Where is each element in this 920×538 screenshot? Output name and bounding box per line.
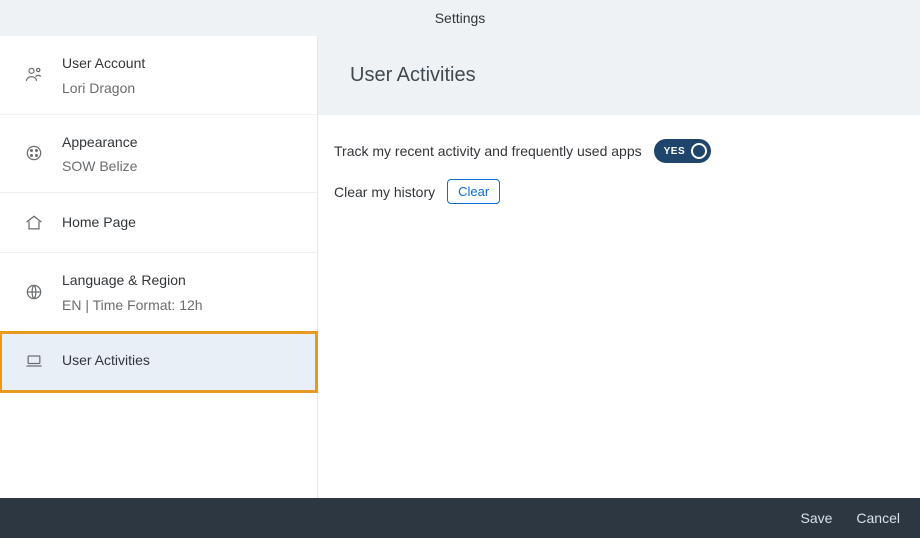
save-button[interactable]: Save <box>800 510 832 526</box>
sidebar-item-text: Appearance SOW Belize <box>62 133 138 175</box>
user-icon <box>24 65 44 85</box>
sidebar-item-user-activities[interactable]: User Activities <box>0 332 317 392</box>
content-body: Track my recent activity and frequently … <box>318 115 920 244</box>
toggle-text: YES <box>664 146 686 157</box>
content-header: User Activities <box>318 36 920 115</box>
setting-clear-history: Clear my history Clear <box>334 179 904 204</box>
settings-sidebar: User Account Lori Dragon Appearance SOW … <box>0 36 318 498</box>
footer-bar: Save Cancel <box>0 498 920 538</box>
track-activity-toggle[interactable]: YES <box>654 139 712 163</box>
setting-track-activity: Track my recent activity and frequently … <box>334 139 904 163</box>
home-icon <box>24 213 44 233</box>
toggle-knob <box>691 143 707 159</box>
page-title: User Activities <box>350 64 888 87</box>
sidebar-item-title: Home Page <box>62 213 136 233</box>
track-activity-label: Track my recent activity and frequently … <box>334 143 642 159</box>
sidebar-item-subtitle: EN | Time Format: 12h <box>62 297 203 313</box>
clear-button[interactable]: Clear <box>447 179 500 204</box>
content-area: User Activities Track my recent activity… <box>318 36 920 498</box>
globe-icon <box>24 282 44 302</box>
sidebar-item-text: Language & Region EN | Time Format: 12h <box>62 271 203 313</box>
window-header: Settings <box>0 0 920 36</box>
palette-icon <box>24 143 44 163</box>
sidebar-item-subtitle: Lori Dragon <box>62 80 145 96</box>
sidebar-item-subtitle: SOW Belize <box>62 158 138 174</box>
sidebar-item-title: User Account <box>62 54 145 74</box>
sidebar-item-title: Language & Region <box>62 271 203 291</box>
sidebar-item-user-account[interactable]: User Account Lori Dragon <box>0 36 317 115</box>
sidebar-item-language-region[interactable]: Language & Region EN | Time Format: 12h <box>0 253 317 332</box>
sidebar-item-appearance[interactable]: Appearance SOW Belize <box>0 115 317 194</box>
laptop-icon <box>24 351 44 371</box>
sidebar-item-text: User Activities <box>62 351 150 371</box>
window-title: Settings <box>435 10 486 26</box>
body: User Account Lori Dragon Appearance SOW … <box>0 36 920 498</box>
sidebar-item-text: User Account Lori Dragon <box>62 54 145 96</box>
sidebar-item-home-page[interactable]: Home Page <box>0 193 317 253</box>
sidebar-item-title: Appearance <box>62 133 138 153</box>
sidebar-item-title: User Activities <box>62 351 150 371</box>
clear-history-label: Clear my history <box>334 184 435 200</box>
sidebar-item-text: Home Page <box>62 213 136 233</box>
cancel-button[interactable]: Cancel <box>856 510 900 526</box>
